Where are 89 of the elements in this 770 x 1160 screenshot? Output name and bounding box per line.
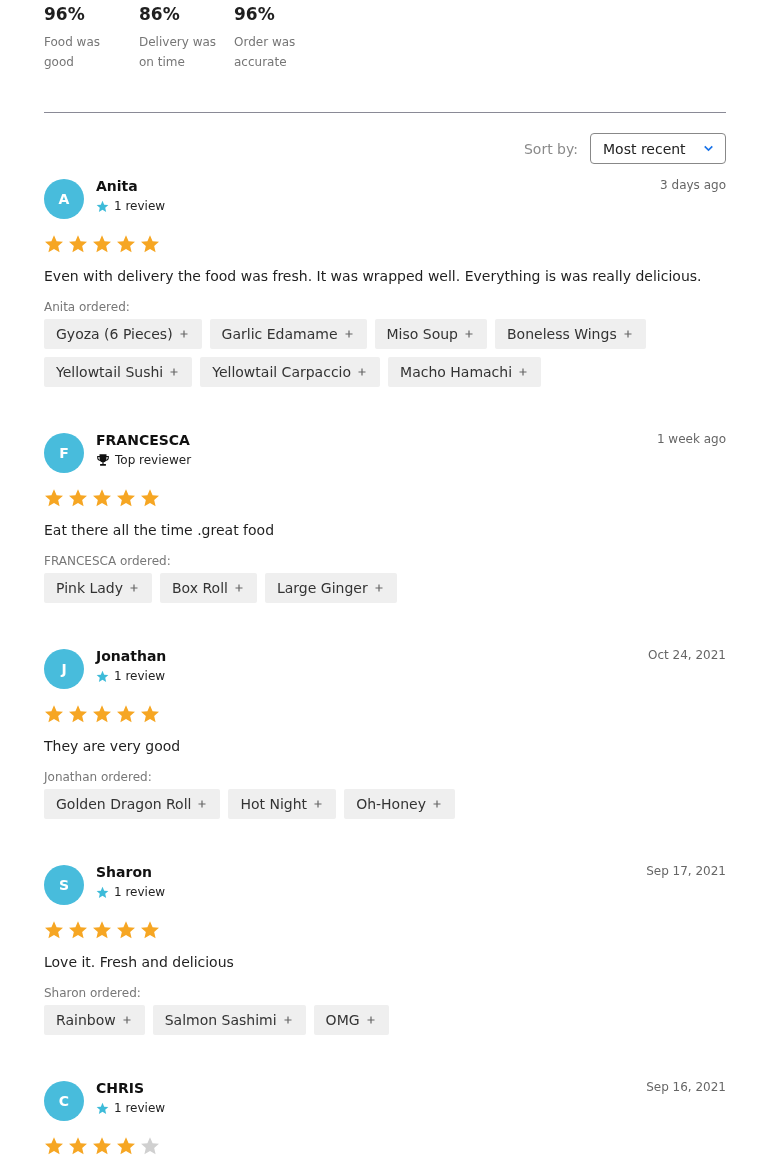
star-icon	[140, 704, 160, 724]
dish-chip[interactable]: Yellowtail Carpaccio	[200, 357, 381, 387]
dish-chip[interactable]: Box Roll	[160, 573, 257, 603]
dish-chip[interactable]: Gyoza (6 Pieces)	[44, 319, 202, 349]
star-icon	[116, 920, 136, 940]
avatar: J	[44, 649, 84, 689]
dish-chip[interactable]: Garlic Edamame	[209, 319, 367, 349]
star-icon	[44, 1136, 64, 1156]
dish-chip[interactable]: Boneless Wings	[495, 319, 646, 349]
ordered-label: FRANCESCA ordered:	[44, 554, 172, 568]
star-icon	[140, 234, 160, 254]
plus-icon	[463, 328, 475, 340]
dish-chip[interactable]: Pink Lady	[44, 573, 152, 603]
rating-label: Food was good	[44, 34, 101, 71]
star-icon	[96, 669, 109, 683]
reviewer-status-label: 1 review	[114, 1101, 166, 1115]
star-icon	[68, 1136, 88, 1156]
plus-icon	[517, 366, 530, 378]
sort-label: Sort by:	[523, 140, 578, 157]
plus-icon	[356, 366, 369, 378]
star-icon	[92, 488, 112, 508]
star-icon	[140, 920, 160, 940]
ordered-label: Jonathan ordered:	[44, 770, 153, 784]
star-icon	[44, 704, 64, 724]
star-icon	[92, 1136, 112, 1156]
review-text: Eat there all the time .great food	[44, 521, 276, 540]
dish-chip[interactable]: Yellowtail Sushi	[44, 357, 193, 387]
star-icon	[92, 704, 112, 724]
review-text: Love it. Fresh and delicious	[44, 953, 235, 972]
review-date: 3 days ago	[660, 177, 726, 194]
star-icon	[140, 488, 160, 508]
dish-chip[interactable]: Salmon Sashimi	[152, 1005, 306, 1035]
ordered-label: Sharon ordered:	[44, 986, 142, 1000]
review-text: Even with delivery the food was fresh. It was wrapped well. Everything is was really delicious.	[44, 267, 703, 286]
star-icon	[68, 704, 88, 724]
star-icon	[68, 488, 88, 508]
reviewer-status-label: Top reviewer	[115, 453, 192, 467]
avatar: F	[44, 433, 84, 473]
dish-chip[interactable]: Large Ginger	[264, 573, 397, 603]
plus-icon	[196, 798, 209, 810]
star-icon	[92, 234, 112, 254]
plus-icon	[168, 366, 181, 378]
dish-chip[interactable]: Miso Soup	[374, 319, 487, 349]
rating-label: Delivery was on time	[139, 34, 218, 71]
dish-chip[interactable]: Hot Night	[228, 789, 337, 819]
star-icon	[68, 234, 88, 254]
star-icon	[116, 1136, 136, 1156]
star-icon	[44, 234, 64, 254]
ordered-label: Anita ordered:	[44, 300, 131, 314]
reviewer-name: CHRIS	[96, 1079, 146, 1098]
reviewer-name: Anita	[96, 177, 139, 196]
plus-icon	[128, 582, 140, 594]
dish-chip[interactable]: OMG	[313, 1005, 389, 1035]
trophy-icon	[96, 453, 110, 467]
review-date: Oct 24, 2021	[648, 647, 726, 664]
star-icon	[140, 1136, 160, 1156]
star-icon	[96, 199, 109, 213]
review-date: Sep 17, 2021	[646, 863, 726, 880]
percent-value: 96%	[44, 3, 86, 26]
plus-icon	[312, 798, 325, 810]
reviewer-name: Sharon	[96, 863, 153, 882]
dish-chip[interactable]: Oh-Honey	[344, 789, 455, 819]
dish-chip[interactable]: Macho Hamachi	[388, 357, 542, 387]
sort-dropdown[interactable]: Most recent	[590, 133, 726, 164]
review-text: They are very good	[44, 737, 182, 756]
percent-value: 96%	[234, 3, 276, 26]
reviewer-name: FRANCESCA	[96, 431, 191, 450]
avatar: S	[44, 865, 84, 905]
star-icon	[116, 704, 136, 724]
avatar: C	[44, 1081, 84, 1121]
reviewer-status-label: 1 review	[114, 199, 166, 213]
dish-chip[interactable]: Golden Dragon Roll	[44, 789, 221, 819]
avatar: A	[44, 179, 84, 219]
review-date: Sep 16, 2021	[646, 1079, 726, 1096]
star-icon	[68, 920, 88, 940]
star-icon	[96, 885, 109, 899]
star-icon	[116, 234, 136, 254]
reviewer-status-label: 1 review	[114, 669, 166, 683]
dish-chip[interactable]: Rainbow	[44, 1005, 145, 1035]
star-icon	[44, 920, 64, 940]
star-icon	[44, 488, 64, 508]
reviewer-status-label: 1 review	[114, 885, 166, 899]
star-icon	[96, 1101, 109, 1115]
percent-value: 86%	[139, 3, 181, 26]
reviewer-name: Jonathan	[96, 647, 168, 666]
star-icon	[92, 920, 112, 940]
star-icon	[116, 488, 136, 508]
review-date: 1 week ago	[656, 431, 726, 448]
rating-label: Order was accurate	[234, 34, 297, 71]
